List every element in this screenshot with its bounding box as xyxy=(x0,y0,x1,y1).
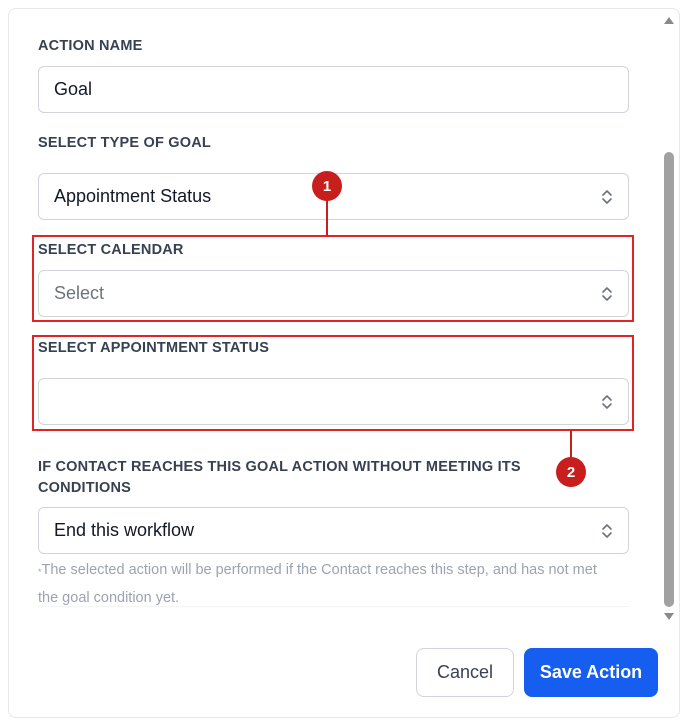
chevron-up-down-icon xyxy=(602,523,612,538)
annotation-badge-2: 2 xyxy=(556,457,586,487)
fallback-value: End this workflow xyxy=(54,520,195,540)
action-name-label: ACTION NAME xyxy=(38,38,143,54)
action-name-value: Goal xyxy=(54,79,93,99)
helper-text: The selected action will be performed if… xyxy=(38,562,597,606)
annotation-badge-1: 1 xyxy=(312,171,342,201)
goal-type-value: Appointment Status xyxy=(54,186,212,206)
fallback-label-line2: CONDITIONS xyxy=(38,480,132,496)
cancel-button[interactable]: Cancel xyxy=(416,648,514,697)
action-name-input[interactable]: Goal xyxy=(38,66,629,113)
annotation-connector-2 xyxy=(570,431,572,459)
goal-type-label: SELECT TYPE OF GOAL xyxy=(38,135,211,151)
annotation-box-appointment-status xyxy=(32,335,634,431)
scrollbar-thumb[interactable] xyxy=(664,152,674,607)
fallback-helper-text: *The selected action will be performed i… xyxy=(38,556,618,612)
fallback-label-line1: IF CONTACT REACHES THIS GOAL ACTION WITH… xyxy=(38,459,521,475)
save-action-button[interactable]: Save Action xyxy=(524,648,658,697)
chevron-up-down-icon xyxy=(602,189,612,204)
triangle-up-icon[interactable] xyxy=(663,14,675,26)
annotation-connector-1 xyxy=(326,200,328,236)
helper-asterisk: * xyxy=(38,567,42,577)
triangle-down-icon[interactable] xyxy=(663,611,675,623)
annotation-box-calendar xyxy=(32,235,634,322)
fallback-select[interactable]: End this workflow xyxy=(38,507,629,554)
divider xyxy=(38,606,629,607)
